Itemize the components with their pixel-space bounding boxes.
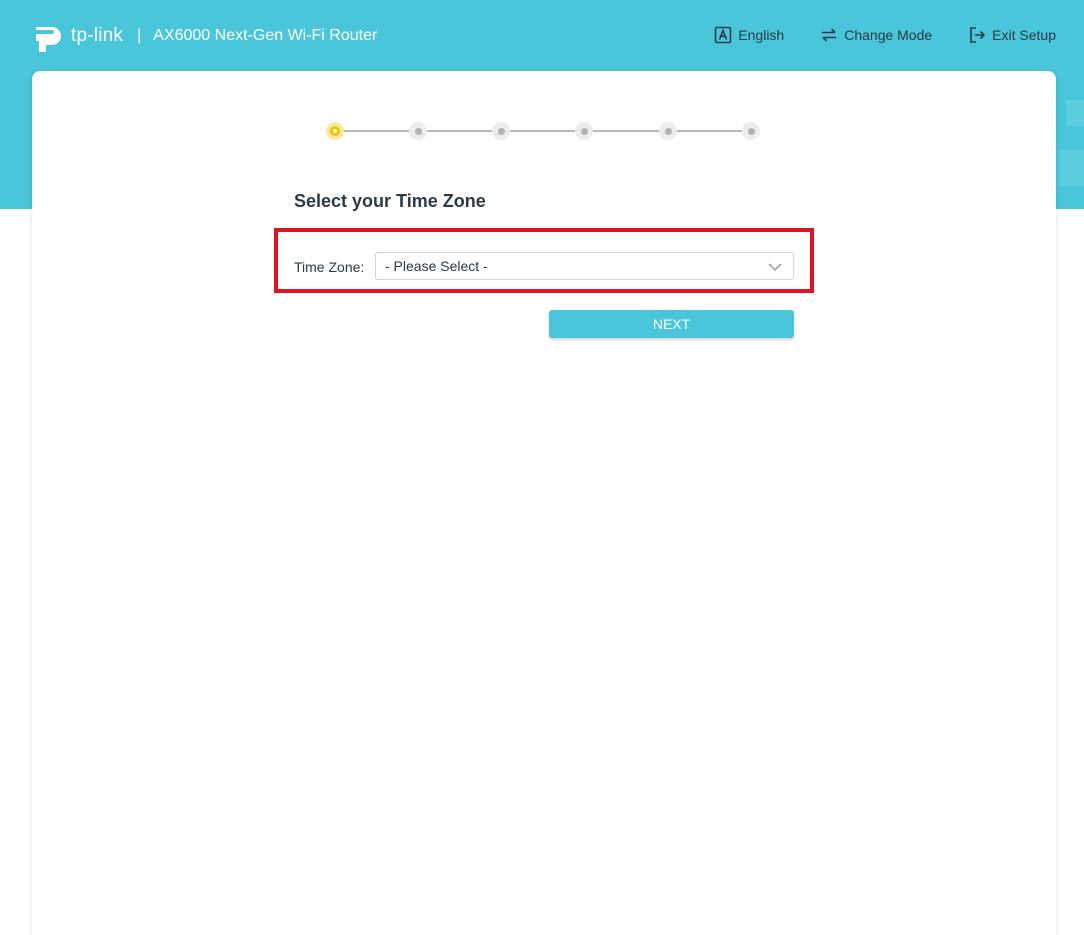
step-connector <box>593 130 659 132</box>
header-decoration <box>1066 100 1084 126</box>
tp-link-logo-icon <box>36 27 61 52</box>
router-model: AX6000 Next-Gen Wi-Fi Router <box>153 27 378 44</box>
time-zone-value: - Please Select - <box>385 258 488 274</box>
header-divider: | <box>137 27 142 44</box>
header-decoration <box>1060 150 1084 186</box>
exit-setup-button[interactable]: Exit Setup <box>968 26 1056 44</box>
header-actions: English Change Mode Exit Setup <box>678 26 1056 44</box>
language-icon <box>714 26 732 44</box>
step-connector <box>510 130 575 132</box>
time-zone-label: Time Zone: <box>294 259 365 275</box>
exit-setup-label: Exit Setup <box>992 27 1056 43</box>
language-label: English <box>738 27 785 43</box>
step-connector <box>344 130 409 132</box>
switch-mode-icon <box>822 28 837 42</box>
change-mode-button[interactable]: Change Mode <box>820 26 932 44</box>
step-6 <box>742 122 760 140</box>
brand-name: tp-link <box>71 25 124 46</box>
step-connector <box>427 130 492 132</box>
page-title: Select your Time Zone <box>294 191 486 211</box>
step-connector <box>677 130 742 132</box>
step-3 <box>492 122 510 140</box>
tp-link-logo: tp-link | AX6000 Next-Gen Wi-Fi Router <box>32 18 377 54</box>
change-mode-label: Change Mode <box>844 27 933 43</box>
progress-stepper <box>326 121 766 141</box>
setup-card: Select your Time Zone Time Zone: - Pleas… <box>32 71 1056 935</box>
language-button[interactable]: English <box>714 26 784 44</box>
step-4 <box>575 122 593 140</box>
step-1-current <box>326 122 344 140</box>
exit-icon <box>970 27 986 43</box>
step-2 <box>409 122 427 140</box>
next-button[interactable]: NEXT <box>549 310 794 338</box>
chevron-down-icon <box>768 263 782 272</box>
time-zone-select[interactable]: - Please Select - <box>375 252 794 280</box>
step-5 <box>659 122 677 140</box>
